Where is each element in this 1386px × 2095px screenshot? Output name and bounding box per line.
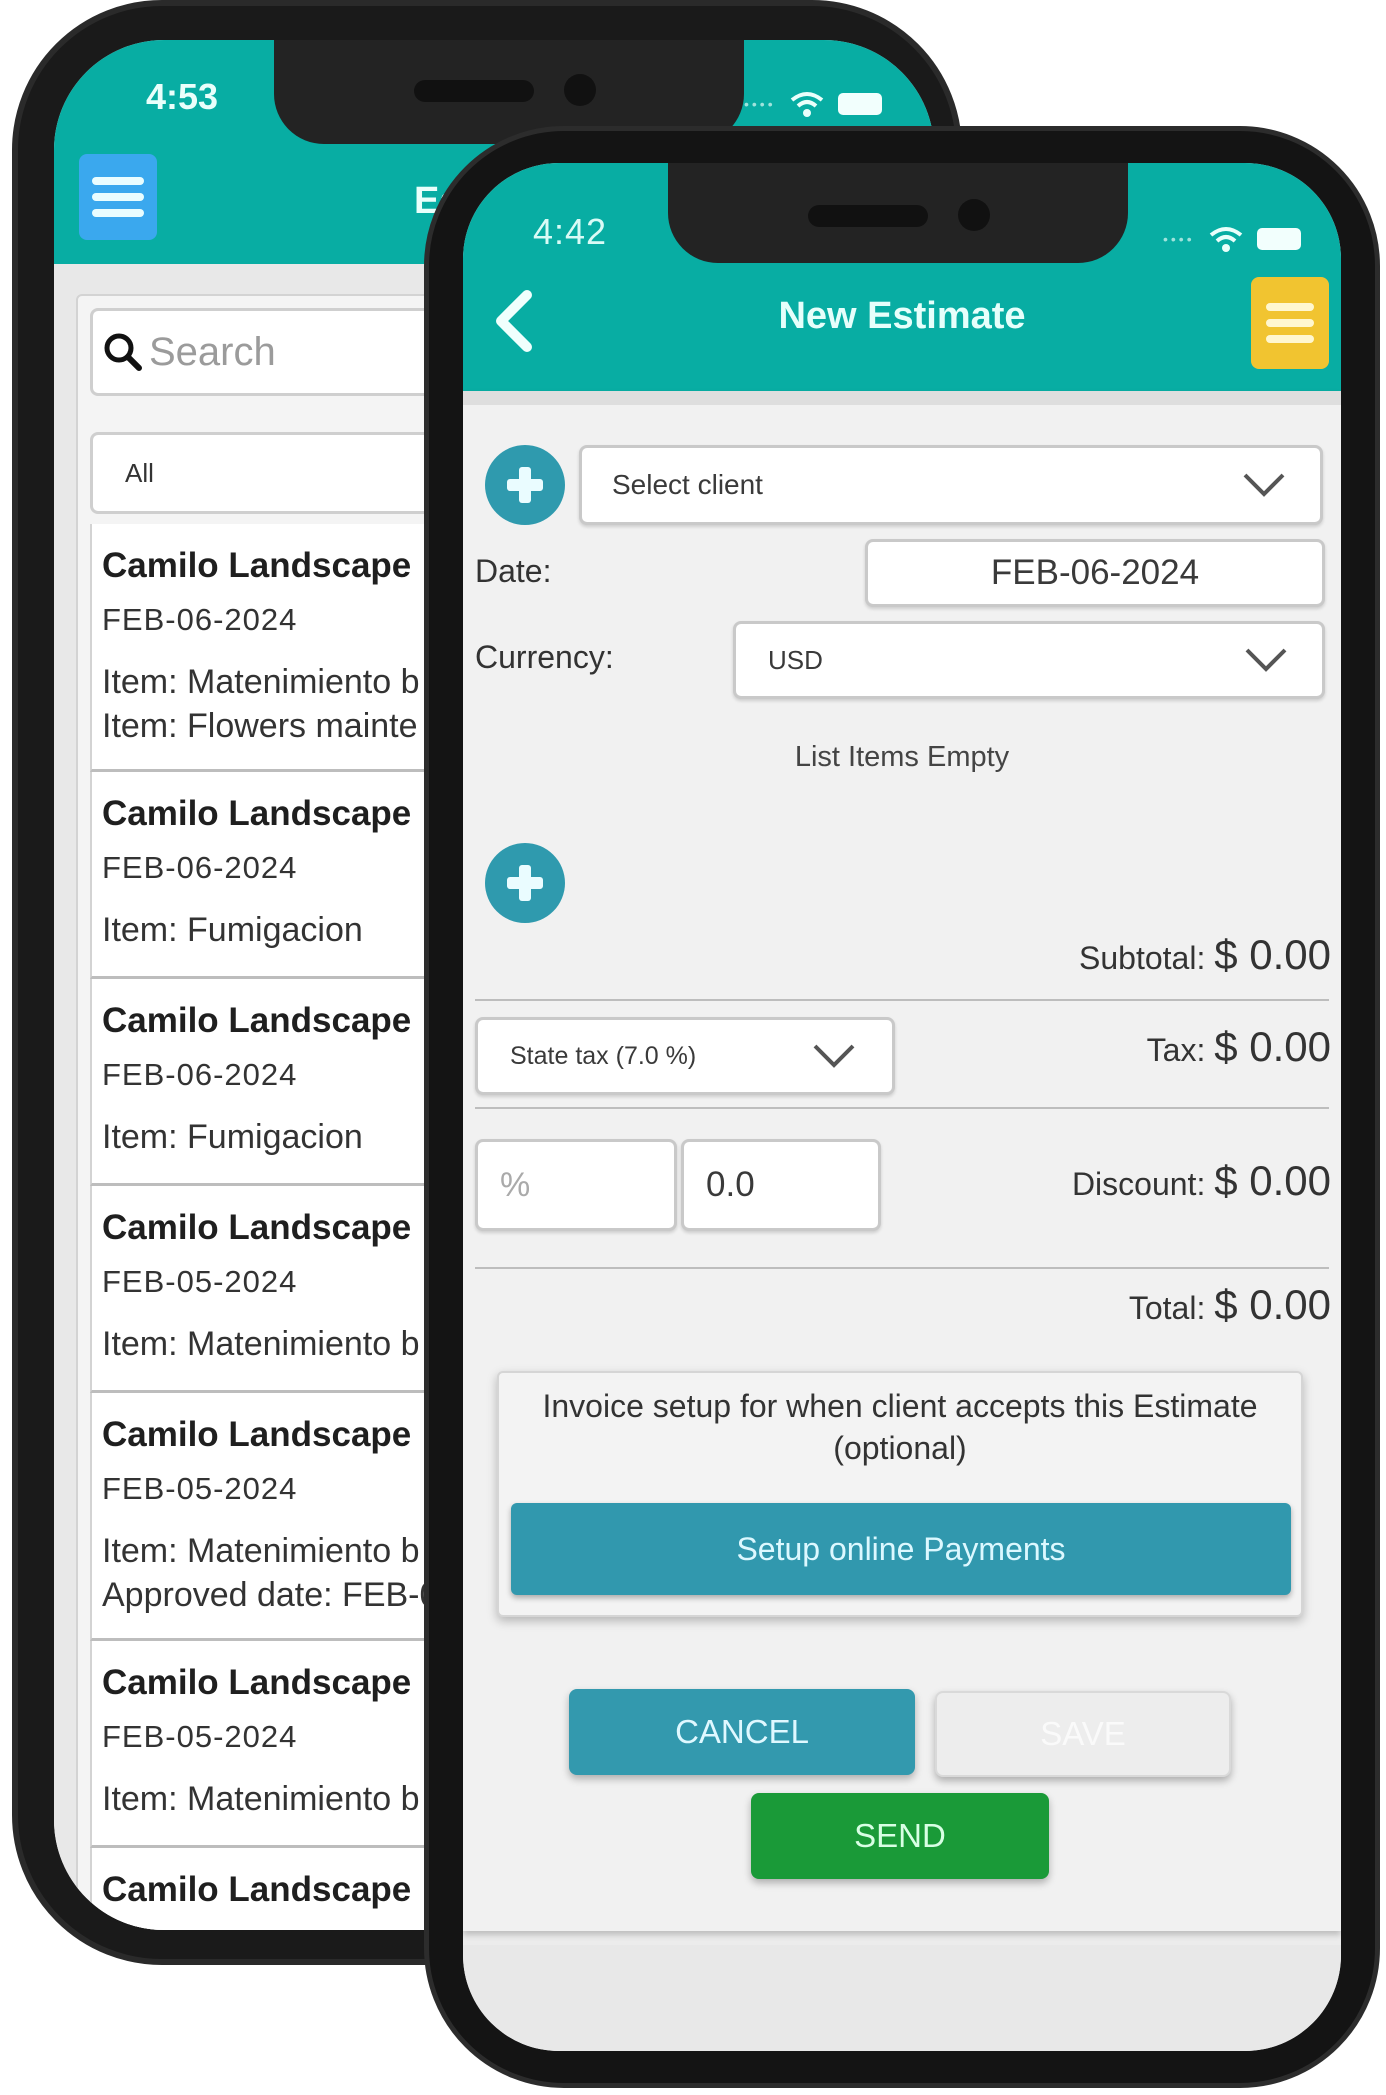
save-button[interactable]: SAVE bbox=[935, 1691, 1231, 1777]
currency-label: Currency: bbox=[475, 639, 614, 675]
total-label: Total: bbox=[1128, 1290, 1206, 1326]
list-items-empty: List Items Empty bbox=[794, 741, 1010, 773]
divider bbox=[475, 999, 1329, 1001]
battery-icon bbox=[837, 93, 882, 115]
wifi-icon bbox=[790, 92, 823, 117]
chevron-down-icon bbox=[813, 1044, 855, 1068]
subtotal-label: Subtotal: bbox=[1079, 940, 1206, 976]
bottom-area bbox=[463, 1945, 1341, 2051]
signal-icon: •••• bbox=[744, 96, 776, 112]
date-field[interactable]: FEB-06-2024 bbox=[865, 539, 1325, 607]
front-phone-frame: 4:42 •••• New Estimate Select client Dat… bbox=[424, 126, 1380, 2088]
discount-value-input[interactable]: 0.0 bbox=[681, 1139, 881, 1231]
menu-button[interactable] bbox=[1251, 277, 1329, 369]
status-icons: •••• bbox=[744, 90, 882, 118]
tax-value: $ 0.00 bbox=[1214, 1023, 1331, 1070]
total: Total: $ 0.00 bbox=[1129, 1281, 1331, 1329]
currency-value: USD bbox=[768, 644, 823, 675]
tax-label: Tax: bbox=[1146, 1032, 1206, 1068]
subtotal-value: $ 0.00 bbox=[1214, 931, 1331, 978]
discount: Discount: $ 0.00 bbox=[1072, 1157, 1331, 1205]
chevron-down-icon bbox=[1243, 473, 1285, 497]
setup-online-payments-button[interactable]: Setup online Payments bbox=[511, 1503, 1291, 1595]
divider bbox=[475, 1107, 1329, 1109]
status-icons: •••• bbox=[1163, 225, 1301, 253]
tax-select[interactable]: State tax (7.0 %) bbox=[475, 1017, 895, 1095]
tax-selected: State tax (7.0 %) bbox=[510, 1041, 697, 1070]
search-icon bbox=[104, 333, 142, 371]
divider bbox=[475, 1267, 1329, 1269]
battery-icon bbox=[1256, 228, 1301, 250]
send-button[interactable]: SEND bbox=[751, 1793, 1049, 1879]
invoice-setup-card: Invoice setup for when client accepts th… bbox=[497, 1371, 1303, 1617]
invoice-setup-text: Invoice setup for when client accepts th… bbox=[542, 1388, 1258, 1466]
hamburger-menu-icon bbox=[92, 177, 144, 185]
discount-value: $ 0.00 bbox=[1214, 1157, 1331, 1204]
add-client-button[interactable] bbox=[485, 445, 565, 525]
tax: Tax: $ 0.00 bbox=[1147, 1023, 1331, 1071]
page-title: New Estimate bbox=[778, 295, 1026, 337]
discount-type-input[interactable]: % bbox=[475, 1139, 677, 1231]
estimate-form: Select client Date: FEB-06-2024 Currency… bbox=[463, 391, 1341, 1931]
signal-icon: •••• bbox=[1163, 231, 1195, 247]
currency-select[interactable]: USD bbox=[733, 621, 1325, 699]
discount-label: Discount: bbox=[1071, 1166, 1206, 1202]
status-time: 4:53 bbox=[146, 76, 219, 117]
client-select[interactable]: Select client bbox=[579, 445, 1323, 525]
search-placeholder: Search bbox=[149, 329, 276, 374]
notch bbox=[668, 163, 1128, 263]
wifi-icon bbox=[1209, 227, 1242, 252]
menu-button[interactable] bbox=[79, 154, 157, 240]
add-item-button[interactable] bbox=[485, 843, 565, 923]
total-value: $ 0.00 bbox=[1214, 1281, 1331, 1328]
chevron-down-icon bbox=[1245, 648, 1287, 672]
status-time: 4:42 bbox=[533, 211, 608, 252]
hamburger-menu-icon bbox=[1266, 303, 1314, 311]
date-label: Date: bbox=[475, 553, 552, 589]
client-placeholder: Select client bbox=[612, 469, 763, 500]
subtotal: Subtotal: $ 0.00 bbox=[1079, 931, 1331, 979]
cancel-button[interactable]: CANCEL bbox=[569, 1689, 915, 1775]
new-estimate-screen: 4:42 •••• New Estimate Select client Dat… bbox=[463, 163, 1341, 2051]
